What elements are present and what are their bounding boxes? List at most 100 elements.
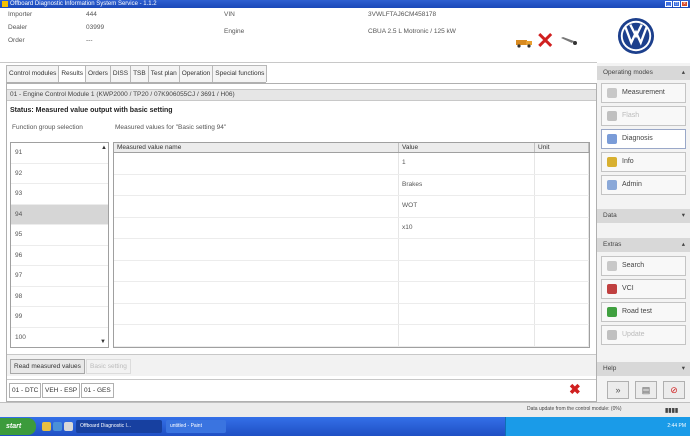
diagnosis-button[interactable]: Diagnosis (601, 129, 686, 149)
scroll-up-icon[interactable]: ▲ (101, 145, 107, 151)
crumb-dtc[interactable]: 01 - DTC (9, 383, 42, 398)
info-label: Info (622, 158, 634, 165)
documents-icon[interactable]: ▤ (635, 381, 657, 399)
info-button[interactable]: Info (601, 152, 686, 172)
chevron-down-icon: ▾ (681, 365, 685, 372)
cell-unit (535, 217, 589, 238)
cell-unit (535, 239, 589, 260)
list-item[interactable]: 99 (11, 307, 108, 328)
start-button[interactable]: start (0, 418, 36, 435)
scroll-down-icon[interactable]: ▼ (98, 337, 108, 347)
cell-value (399, 303, 535, 324)
basic-setting-button[interactable]: Basic setting (86, 359, 131, 374)
vci-button[interactable]: VCI (601, 279, 686, 299)
cell-unit (535, 174, 589, 195)
cell-unit (535, 153, 589, 174)
results-panel: 01 - Engine Control Module 1 (KWP2000 / … (6, 83, 597, 402)
list-item[interactable]: 96 (11, 246, 108, 266)
column-header-unit[interactable]: Unit (535, 143, 589, 152)
crumb-ges[interactable]: 01 - GES (81, 383, 114, 398)
tab-test-plan[interactable]: Test plan (147, 65, 180, 82)
chevron-down-icon: ▾ (681, 212, 685, 219)
connection-signal-icon: ▮▮▮▮ (665, 408, 679, 414)
list-item[interactable]: 100 (11, 328, 108, 348)
status-message: Data update from the control module: (0%… (527, 406, 622, 412)
data-header[interactable]: ▾ Data (597, 209, 690, 223)
maximize-button[interactable]: □ (673, 1, 680, 7)
list-item[interactable]: 97 (11, 266, 108, 287)
cell-name (114, 196, 399, 217)
table-row: 1 (114, 153, 589, 175)
close-button[interactable]: × (681, 1, 688, 7)
read-measured-values-button[interactable]: Read measured values (10, 359, 85, 374)
importer-label: Importer (8, 11, 33, 18)
column-header-name[interactable]: Measured value name (114, 143, 399, 152)
app-icon (2, 1, 8, 7)
cell-name (114, 217, 399, 238)
window-title: Offboard Diagnostic Information System S… (10, 1, 157, 7)
tab-operation[interactable]: Operation (178, 65, 214, 82)
flash-label: Flash (622, 112, 640, 119)
tab-diss[interactable]: DISS (109, 65, 132, 82)
list-item[interactable]: 91 (11, 143, 108, 164)
cell-name (114, 325, 399, 346)
main-tabs: Control modules Results Orders DISS TSB … (6, 65, 268, 83)
extras-header[interactable]: ▴ Extras (597, 238, 690, 252)
explorer-icon[interactable] (53, 422, 62, 431)
vin-value: 3VWLFTAJ6CM458178 (368, 11, 437, 18)
data-label: Data (603, 212, 617, 219)
table-row: WOT (114, 196, 589, 218)
search-icon (607, 261, 617, 271)
tab-results[interactable]: Results (58, 65, 87, 82)
minimize-button[interactable]: _ (665, 1, 672, 7)
vci-icon (607, 284, 617, 294)
vin-label: VIN (224, 11, 235, 18)
update-icon (607, 330, 617, 340)
tab-orders[interactable]: Orders (85, 65, 111, 82)
right-sidebar: ▴ Operating modes Measurement Flash Diagn… (597, 63, 690, 402)
list-item[interactable]: 92 (11, 164, 108, 184)
admin-button[interactable]: Admin (601, 175, 686, 195)
cell-value (399, 239, 535, 260)
tab-special-functions[interactable]: Special functions (212, 65, 268, 82)
flash-button[interactable]: Flash (601, 106, 686, 126)
cell-unit (535, 303, 589, 324)
cell-name (114, 153, 399, 174)
chevron-up-icon: ▴ (681, 241, 685, 248)
window-titlebar: Offboard Diagnostic Information System S… (0, 0, 690, 8)
operating-modes-header[interactable]: ▴ Operating modes (597, 66, 690, 80)
column-header-value[interactable]: Value (399, 143, 535, 152)
admin-label: Admin (622, 181, 642, 188)
info-icon (607, 157, 617, 167)
road-test-button[interactable]: Road test (601, 302, 686, 322)
status-text: Status: Measured value output with basic… (10, 107, 173, 114)
cancel-icon[interactable]: ✖ (569, 382, 581, 396)
tab-control-modules[interactable]: Control modules (6, 65, 60, 82)
tab-tsb[interactable]: TSB (130, 65, 149, 82)
update-button[interactable]: Update (601, 325, 686, 345)
exit-icon[interactable]: ⊘ (663, 381, 685, 399)
function-group-list[interactable]: 91 92 93 94 95 96 97 98 99 100 ▲ ▼ (10, 142, 109, 348)
taskbar-item-odis[interactable]: Offboard Diagnostic I... (76, 420, 162, 433)
search-button[interactable]: Search (601, 256, 686, 276)
media-icon[interactable] (64, 422, 73, 431)
measured-values-table: Measured value name Value Unit 1 Brakes … (113, 142, 590, 348)
forward-icon[interactable]: » (607, 381, 629, 399)
breadcrumb: 01 - DTC VEH - ESP 01 - GES (7, 379, 596, 401)
list-item-selected[interactable]: 94 (11, 204, 108, 225)
browser-icon[interactable] (42, 422, 51, 431)
cell-value (399, 282, 535, 303)
list-item[interactable]: 93 (11, 184, 108, 205)
list-item[interactable]: 95 (11, 225, 108, 246)
diagnostic-probe-icon (561, 37, 577, 45)
taskbar-item-paint[interactable]: untitled - Paint (166, 420, 226, 433)
table-header: Measured value name Value Unit (114, 143, 589, 153)
crumb-veh-esp[interactable]: VEH - ESP (42, 383, 81, 398)
help-header[interactable]: ▾ Help (597, 362, 690, 376)
cell-name (114, 239, 399, 260)
cell-value: x10 (399, 217, 535, 238)
list-item[interactable]: 98 (11, 287, 108, 307)
brand-area (597, 8, 690, 63)
measurement-button[interactable]: Measurement (601, 83, 686, 103)
road-test-icon (607, 307, 617, 317)
